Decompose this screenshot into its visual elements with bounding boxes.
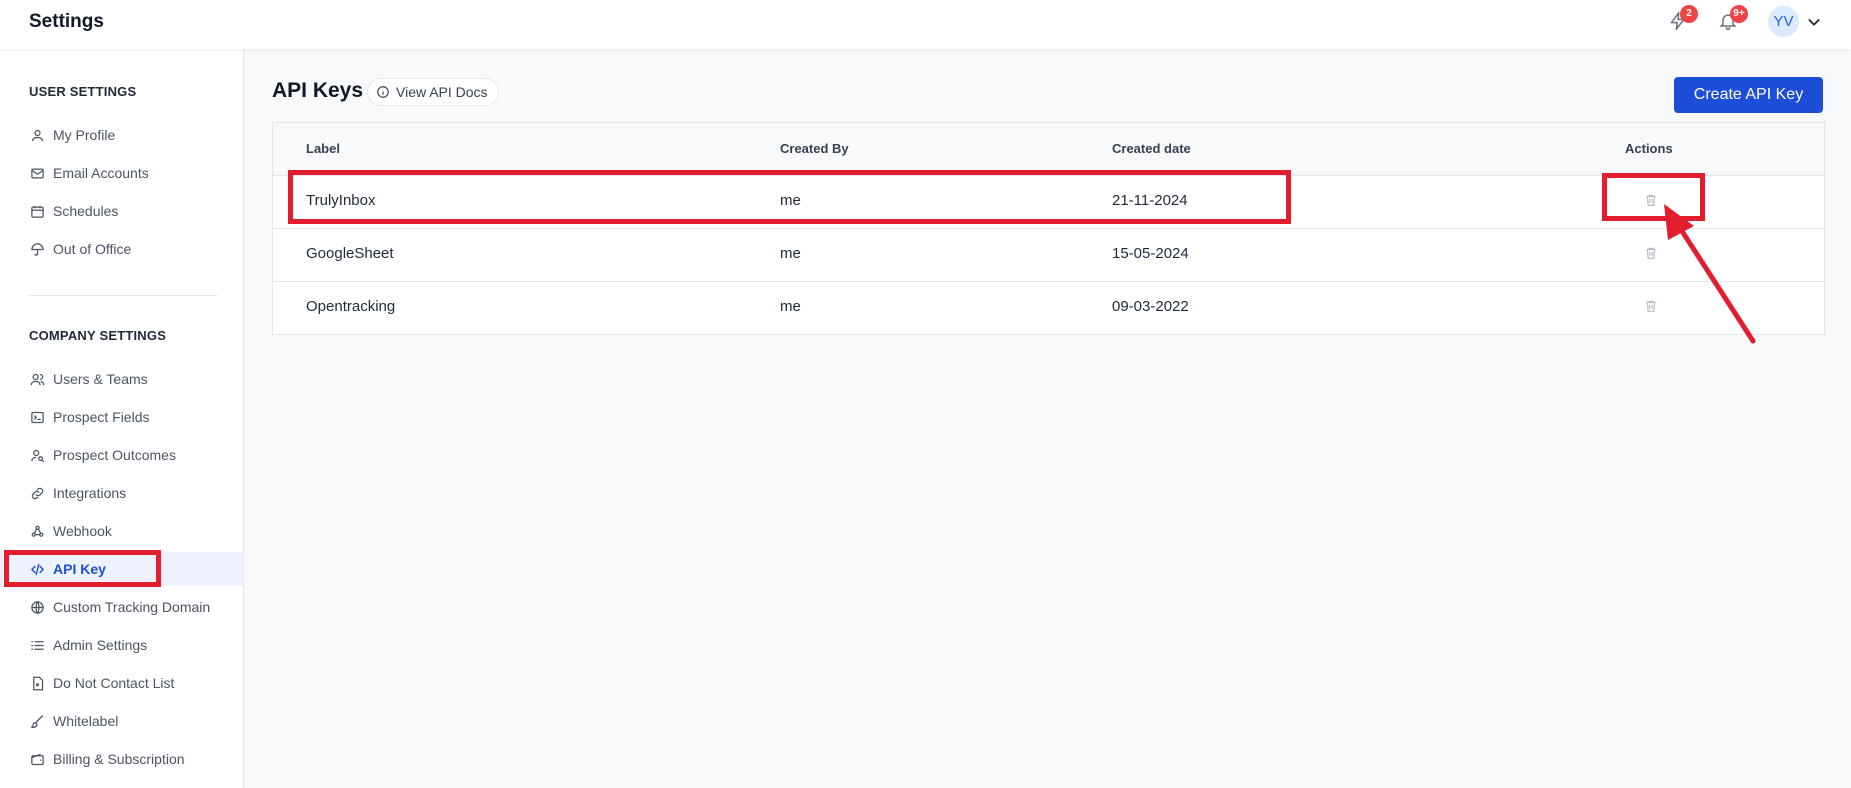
sidebar-item-label: Integrations <box>53 485 127 501</box>
cell-created-date: 15-05-2024 <box>1112 245 1189 262</box>
cell-created-by: me <box>780 245 801 262</box>
create-api-key-button[interactable]: Create API Key <box>1674 77 1823 113</box>
activity-badge: 2 <box>1680 5 1698 23</box>
api-keys-table: Label Created By Created date Actions Tr… <box>272 122 1825 335</box>
table-row: GoogleSheet me 15-05-2024 <box>273 229 1824 282</box>
sidebar-item-email-accounts[interactable]: Email Accounts <box>0 156 243 190</box>
user-settings-title: USER SETTINGS <box>29 84 137 99</box>
annotation-arrow <box>1664 204 1756 344</box>
sidebar-item-my-profile[interactable]: My Profile <box>0 118 243 152</box>
list-icon <box>29 637 45 653</box>
link-icon <box>29 485 45 501</box>
sidebar-item-label: Prospect Fields <box>53 409 150 425</box>
company-settings-title: COMPANY SETTINGS <box>29 328 167 343</box>
column-header-actions: Actions <box>1625 141 1673 156</box>
cell-created-date: 09-03-2022 <box>1112 298 1189 315</box>
activity-button[interactable]: 2 <box>1664 5 1698 37</box>
sidebar-item-billing-subscription[interactable]: Billing & Subscription <box>0 742 243 776</box>
sidebar-item-prospect-fields[interactable]: Prospect Fields <box>0 400 243 434</box>
sidebar-item-whitelabel[interactable]: Whitelabel <box>0 704 243 738</box>
chevron-down-icon[interactable] <box>1806 14 1822 35</box>
sidebar-item-label: Custom Tracking Domain <box>53 599 211 615</box>
page-title: API Keys <box>272 79 364 102</box>
highlight-box-delete-action <box>1602 173 1705 221</box>
app-title: Settings <box>29 11 104 32</box>
info-icon <box>376 85 390 99</box>
sidebar-item-label: Out of Office <box>53 241 132 257</box>
sidebar-item-schedules[interactable]: Schedules <box>0 194 243 228</box>
column-header-created-by: Created By <box>780 141 849 156</box>
notifications-badge: 9+ <box>1730 5 1748 23</box>
highlight-box-trulyinbox-row <box>288 170 1291 224</box>
column-header-created-date: Created date <box>1112 141 1191 156</box>
trash-icon[interactable] <box>1644 299 1658 313</box>
sidebar-item-out-of-office[interactable]: Out of Office <box>0 232 243 266</box>
top-bar: Settings 2 9+ YV <box>0 0 1851 49</box>
notifications-button[interactable]: 9+ <box>1714 5 1748 37</box>
sidebar-item-label: Prospect Outcomes <box>53 447 176 463</box>
highlight-box-api-key-nav <box>4 550 161 587</box>
sidebar-item-label: Schedules <box>53 203 119 219</box>
sidebar-divider <box>29 295 217 296</box>
sidebar-item-custom-tracking-domain[interactable]: Custom Tracking Domain <box>0 590 243 624</box>
column-header-label: Label <box>306 141 340 156</box>
user-search-icon <box>29 447 45 463</box>
avatar[interactable]: YV <box>1768 6 1799 37</box>
file-x-icon <box>29 675 45 691</box>
calendar-icon <box>29 203 45 219</box>
sidebar-item-label: Webhook <box>53 523 112 539</box>
cell-label: GoogleSheet <box>306 245 394 262</box>
sidebar-item-admin-settings[interactable]: Admin Settings <box>0 628 243 662</box>
webhook-icon <box>29 523 45 539</box>
table-header: Label Created By Created date Actions <box>273 123 1824 176</box>
sidebar-item-webhook[interactable]: Webhook <box>0 514 243 548</box>
cell-created-by: me <box>780 298 801 315</box>
trash-icon[interactable] <box>1644 246 1658 260</box>
sidebar-item-users-teams[interactable]: Users & Teams <box>0 362 243 396</box>
sidebar-item-prospect-outcomes[interactable]: Prospect Outcomes <box>0 438 243 472</box>
table-row: Opentracking me 09-03-2022 <box>273 282 1824 334</box>
sidebar-item-label: Do Not Contact List <box>53 675 175 691</box>
mail-icon <box>29 165 45 181</box>
sidebar-item-label: Users & Teams <box>53 371 148 387</box>
globe-icon <box>29 599 45 615</box>
sidebar-item-integrations[interactable]: Integrations <box>0 476 243 510</box>
sidebar-item-label: Whitelabel <box>53 713 119 729</box>
brush-icon <box>29 713 45 729</box>
sidebar-item-do-not-contact-list[interactable]: Do Not Contact List <box>0 666 243 700</box>
view-api-docs-link[interactable]: View API Docs <box>367 78 499 106</box>
umbrella-icon <box>29 241 45 257</box>
sidebar-item-label: Email Accounts <box>53 165 149 181</box>
sidebar-item-label: Billing & Subscription <box>53 751 185 767</box>
sidebar-item-label: My Profile <box>53 127 116 143</box>
wallet-icon <box>29 751 45 767</box>
sidebar: USER SETTINGS My Profile Email Accounts … <box>0 49 244 788</box>
view-api-docs-label: View API Docs <box>396 84 488 100</box>
user-icon <box>29 127 45 143</box>
cell-label: Opentracking <box>306 298 396 315</box>
sidebar-item-label: Admin Settings <box>53 637 148 653</box>
users-icon <box>29 371 45 387</box>
terminal-icon <box>29 409 45 425</box>
